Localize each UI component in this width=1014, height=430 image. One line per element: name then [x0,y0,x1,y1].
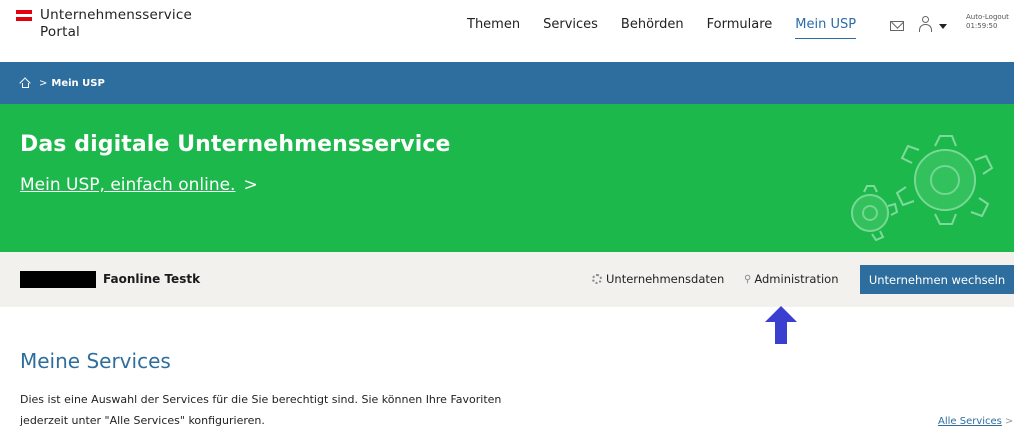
hero-title: Das digitale Unternehmensservice [20,132,451,157]
breadcrumb: > Mein USP [0,62,1014,104]
breadcrumb-current: Mein USP [51,77,105,89]
services-title: Meine Services [20,349,171,373]
nav-item-mein-usp[interactable]: Mein USP [795,17,857,39]
nav-item-behoerden[interactable]: Behörden [621,17,684,39]
hero-link[interactable]: Mein USP, einfach online. > [20,175,258,195]
nav-item-formulare[interactable]: Formulare [707,17,773,39]
services-desc-line1: Dies ist eine Auswahl der Services für d… [20,393,502,406]
logo[interactable]: Unternehmensservice Portal [16,7,192,41]
header: Unternehmensservice Portal Themen Servic… [0,0,1014,62]
caret-down-icon[interactable] [939,23,947,29]
company-name: Faonline Testk [103,272,201,286]
header-icons [890,16,947,34]
administration-label: Administration [754,272,839,286]
logo-text: Unternehmensservice Portal [40,7,192,41]
main-nav: Themen Services Behörden Formulare Mein … [467,17,879,39]
company-data-label: Unternehmensdaten [606,272,725,286]
gears-illustration-icon [851,135,994,242]
user-icon[interactable] [918,16,934,34]
chevron-right-icon: > [243,175,258,195]
hero-link-text: Mein USP, einfach online. [20,175,236,195]
all-services-label: Alle Services [938,416,1002,427]
redacted-block [20,271,96,288]
breadcrumb-separator: > [39,77,48,89]
switch-company-button[interactable]: Unternehmen wechseln [860,265,1014,294]
services-desc-line2: jederzeit unter "Alle Services" konfigur… [20,414,265,427]
austria-flag-icon [16,10,32,41]
auto-logout-timer: 01:59:50 [966,22,998,30]
mail-icon[interactable] [890,21,904,31]
chevron-right-icon: > [1004,416,1014,427]
all-services-link[interactable]: Alle Services > [938,416,1013,427]
company-data-link[interactable]: Unternehmensdaten [592,272,724,286]
user-admin-icon: ⚲ [744,273,752,285]
services-description: Dies ist eine Auswahl der Services für d… [20,389,580,430]
administration-link[interactable]: ⚲ Administration [744,272,838,286]
annotation-arrow-up-icon [765,306,797,344]
logo-line2: Portal [40,24,80,40]
logo-line1: Unternehmensservice [40,7,192,23]
nav-item-themen[interactable]: Themen [467,17,520,39]
company-bar: Faonline Testk Unternehmensdaten ⚲ Admin… [0,252,1014,307]
gear-icon [592,274,602,284]
nav-item-services[interactable]: Services [543,17,598,39]
hero-banner: Das digitale Unternehmensservice Mein US… [0,104,1014,252]
auto-logout: Auto-Logout 01:59:50 [966,13,1009,31]
auto-logout-label: Auto-Logout [966,13,1009,21]
home-icon[interactable] [19,77,31,89]
